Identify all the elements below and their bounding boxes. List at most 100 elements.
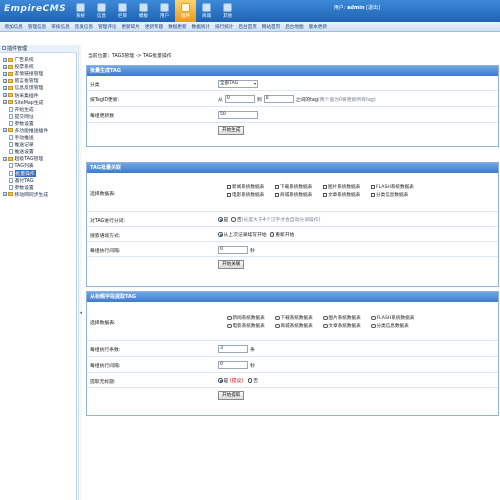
quick-link[interactable]: 网站首页: [262, 24, 280, 30]
sidebar-item[interactable]: 参数设置: [3, 120, 48, 127]
radio[interactable]: [323, 323, 328, 329]
expand-icon[interactable]: +: [3, 71, 7, 76]
sidebar-folder[interactable]: + 多功能推送插件: [3, 127, 48, 134]
quick-link[interactable]: 数据统计: [192, 24, 210, 30]
radio[interactable]: [275, 323, 280, 329]
sidebar-item[interactable]: 提交网址: [3, 113, 48, 120]
tab-template[interactable]: 模板: [133, 0, 154, 22]
tab-info[interactable]: 信息: [91, 0, 112, 22]
checkbox[interactable]: [323, 185, 327, 189]
tab-plugin[interactable]: 插件: [175, 0, 196, 22]
table-radio[interactable]: 文章系统数据表: [323, 323, 371, 329]
quick-link[interactable]: 版本更新: [309, 24, 327, 30]
radio[interactable]: [275, 315, 280, 321]
per-group-input[interactable]: 50: [218, 111, 258, 119]
table-checkbox[interactable]: 商城系统数据表: [275, 192, 323, 198]
sidebar-item[interactable]: 推送设置: [3, 148, 48, 155]
table-radio[interactable]: 分类信息数据表: [371, 323, 419, 329]
split-no-radio[interactable]: [231, 217, 236, 222]
resume-radio[interactable]: [218, 232, 223, 237]
expand-icon[interactable]: +: [3, 78, 7, 83]
quick-link[interactable]: 排行统计: [215, 24, 233, 30]
expand-icon[interactable]: +: [3, 156, 7, 161]
sidebar-folder[interactable]: + 留言板管理: [3, 77, 48, 84]
per-group-count-input[interactable]: 3: [218, 345, 248, 353]
sidebar-folder[interactable]: + SiteMap生成: [3, 99, 48, 106]
tab-shop[interactable]: 商城: [196, 0, 217, 22]
tab-user[interactable]: 用户: [154, 0, 175, 22]
sidebar-folder[interactable]: + 友情链接管理: [3, 70, 48, 77]
checkbox[interactable]: [371, 185, 375, 189]
table-radio[interactable]: 图片系统数据表: [323, 315, 371, 321]
sidebar-item[interactable]: 手动推送: [3, 134, 48, 141]
sidebar-folder[interactable]: + 防采集插件: [3, 91, 48, 99]
checkbox[interactable]: [227, 193, 231, 197]
collapse-arrow-icon[interactable]: ◂: [80, 310, 83, 316]
checkbox[interactable]: [275, 193, 279, 197]
table-checkbox[interactable]: 文章系统数据表: [323, 192, 371, 198]
start-extract-button[interactable]: 开始提取: [218, 391, 245, 400]
expand-icon[interactable]: +: [3, 64, 7, 69]
expand-icon[interactable]: +: [3, 192, 7, 197]
sidebar-item[interactable]: TAG列表: [3, 162, 48, 169]
quick-link[interactable]: 管理评论: [98, 24, 116, 30]
table-radio[interactable]: FLASH系统数据表: [371, 315, 419, 321]
start-generate-button[interactable]: 开始生成: [218, 126, 245, 135]
skip-yes-radio[interactable]: [218, 378, 223, 383]
checkbox[interactable]: [275, 185, 279, 189]
restart-radio[interactable]: [269, 232, 275, 237]
interval-input[interactable]: 0: [218, 246, 248, 254]
checkbox[interactable]: [227, 185, 231, 189]
tab-system[interactable]: 系统: [70, 0, 91, 22]
table-radio[interactable]: 商城系统数据表: [275, 323, 323, 329]
id-from-input[interactable]: 0: [224, 95, 255, 103]
quick-link[interactable]: 后台首页: [238, 24, 256, 30]
table-checkbox[interactable]: 下载系统数据表: [275, 184, 323, 190]
radio[interactable]: [227, 323, 232, 329]
quick-link[interactable]: 管理信息: [28, 24, 46, 30]
sidebar-item[interactable]: 开始生成: [3, 106, 48, 113]
expand-icon[interactable]: +: [3, 93, 7, 98]
checkbox[interactable]: [371, 193, 375, 197]
skip-no-radio[interactable]: [247, 378, 253, 383]
category-select[interactable]: 全部TAG: [218, 80, 258, 88]
sidebar-folder[interactable]: + 信息反馈管理: [3, 84, 48, 91]
quick-link[interactable]: 数据更新: [168, 24, 186, 30]
tab-column[interactable]: 栏目: [112, 0, 133, 22]
sidebar-item[interactable]: 邀付TAG: [3, 177, 48, 184]
expand-icon[interactable]: +: [3, 57, 7, 62]
quick-link[interactable]: 后台地图: [285, 24, 303, 30]
sidebar-folder[interactable]: + 超级TAG管理: [3, 155, 48, 162]
logout-link[interactable]: [退出]: [366, 5, 380, 11]
table-checkbox[interactable]: FLASH系统数据表: [371, 184, 419, 190]
expand-icon[interactable]: +: [3, 85, 7, 90]
quick-link[interactable]: 审核信息: [51, 24, 69, 30]
collapse-icon[interactable]: [2, 46, 6, 50]
expand-icon[interactable]: +: [3, 100, 7, 105]
quick-link[interactable]: 签发信息: [75, 24, 93, 30]
quick-link[interactable]: 更新专题: [145, 24, 163, 30]
table-radio[interactable]: 新闻系统数据表: [227, 315, 275, 321]
extract-interval-input[interactable]: 0: [218, 361, 248, 369]
sidebar-folder[interactable]: + 投票系统: [3, 63, 48, 70]
sidebar-item[interactable]: 参数设置: [3, 184, 48, 191]
sidebar-splitter[interactable]: ◂: [78, 45, 82, 500]
table-radio[interactable]: 电影系统数据表: [227, 323, 275, 329]
quick-link[interactable]: 增加信息: [5, 24, 23, 30]
radio[interactable]: [323, 315, 328, 321]
table-checkbox[interactable]: 分类信息数据表: [371, 192, 419, 198]
sidebar-folder[interactable]: + 广告系统: [3, 56, 48, 63]
quick-link[interactable]: 更新碎片: [121, 24, 139, 30]
start-associate-button[interactable]: 开始关联: [218, 260, 245, 269]
table-checkbox[interactable]: 新闻系统数据表: [227, 184, 275, 190]
table-checkbox[interactable]: 电影系统数据表: [227, 192, 275, 198]
table-radio[interactable]: 下载系统数据表: [275, 315, 323, 321]
radio[interactable]: [371, 315, 376, 321]
table-checkbox[interactable]: 图片系统数据表: [323, 184, 371, 190]
sidebar-item[interactable]: 批量操作: [3, 169, 48, 177]
tab-other[interactable]: 其他: [217, 0, 238, 22]
radio[interactable]: [227, 315, 232, 321]
sidebar-folder[interactable]: + 移动网同步生成: [3, 191, 48, 198]
sidebar-item[interactable]: 推送记录: [3, 141, 48, 148]
split-yes-radio[interactable]: [218, 217, 223, 222]
